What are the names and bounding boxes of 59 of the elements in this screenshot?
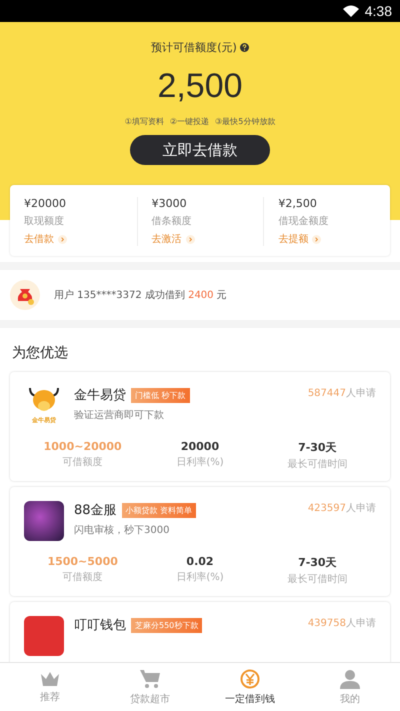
credit-label: 预计可借额度(元) — [151, 40, 237, 55]
product-name: 88金服 — [74, 502, 117, 519]
quota-link[interactable]: 去提额 — [278, 232, 322, 246]
product-tag: 门槛低 秒下款 — [131, 388, 190, 402]
applicant-count: 587447人申请 — [308, 386, 376, 400]
product-card[interactable]: 叮叮钱包 芝麻分550秒下款 439758人申请 — [10, 602, 390, 662]
app-logo — [24, 501, 64, 541]
ticker-text: 用户 135****3372 成功借到 2400 元 — [54, 288, 227, 302]
stat-label: 日利率(%) — [175, 570, 225, 584]
product-tag: 芝麻分550秒下款 — [131, 618, 202, 632]
credit-amount: 2,500 — [157, 67, 243, 106]
help-icon[interactable] — [240, 43, 249, 52]
stat-value: 7-30天 — [297, 440, 338, 455]
nav-tab[interactable]: 我的 — [300, 663, 400, 711]
product-description: 闪电审核，秒下3000 — [74, 524, 170, 537]
quota-label: 借现金额度 — [278, 214, 328, 228]
borrow-button[interactable]: 立即去借款 — [130, 135, 270, 165]
product-card[interactable]: 88金服 小额贷款 资料简单 闪电审核，秒下3000 423597人申请 1500~5000 可借额度 0.02 日利率(%) 7-30天 最长可借时间 — [10, 487, 390, 596]
chevron-icon — [186, 234, 195, 244]
product-tag: 小额贷款 资料简单 — [122, 502, 196, 518]
crown-icon — [40, 670, 60, 686]
person-icon — [340, 668, 360, 688]
stat-value: 0.02 — [185, 555, 215, 568]
yen-coin-icon — [240, 668, 260, 688]
applicant-count: 423597人申请 — [308, 502, 376, 515]
section-title: 为您优选 — [11, 344, 69, 363]
step-text: ②一键投递 — [170, 116, 210, 127]
nav-tab[interactable]: 贷款超市 — [100, 663, 200, 711]
stat-label: 可借额度 — [62, 456, 104, 469]
stat-value: 1500~5000 — [46, 555, 119, 568]
stat-label: 日利率(%) — [175, 456, 225, 469]
cart-icon — [140, 668, 160, 688]
stat-label: 最长可借时间 — [286, 458, 348, 471]
wifi-icon — [342, 5, 359, 17]
stat-value: 1000~20000 — [42, 440, 123, 453]
quota-amount: ¥2,500 — [278, 197, 317, 210]
quota-link[interactable]: 去借款 — [24, 232, 67, 246]
quota-amount: ¥3000 — [152, 197, 187, 210]
status-time: 4:38 — [364, 3, 392, 19]
product-name: 叮叮钱包 — [74, 617, 126, 634]
step-text: ①填写资料 — [124, 116, 164, 127]
stat-value: 20000 — [180, 440, 220, 453]
money-bag-icon — [10, 280, 40, 310]
stat-label: 可借额度 — [62, 570, 104, 584]
quota-label: 借条额度 — [152, 214, 192, 228]
product-description: 验证运营商即可下款 — [74, 408, 165, 422]
quota-link[interactable]: 去激活 — [152, 232, 195, 246]
nav-tab[interactable]: 推荐 — [0, 663, 100, 711]
chevron-icon — [58, 234, 67, 244]
product-name: 金牛易贷 — [74, 387, 126, 404]
quota-amount: ¥20000 — [24, 197, 66, 210]
app-logo — [24, 616, 64, 656]
step-text: ③最快5分钟放款 — [215, 116, 276, 127]
nav-tab[interactable]: 一定借到钱 — [200, 663, 300, 711]
stat-label: 最长可借时间 — [286, 572, 348, 586]
applicant-count: 439758人申请 — [308, 616, 376, 630]
quota-label: 取现额度 — [24, 214, 64, 228]
chevron-icon — [312, 234, 322, 244]
stat-value: 7-30天 — [297, 555, 338, 570]
